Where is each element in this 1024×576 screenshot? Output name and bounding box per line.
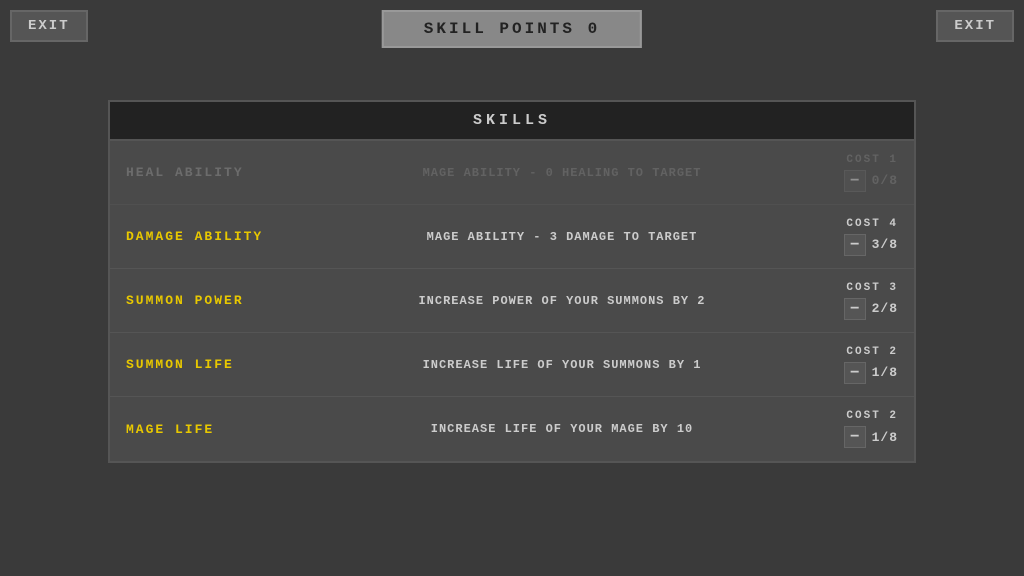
skill-desc-mage-life: INCREASE LIFE OF YOUR MAGE BY 10 (326, 422, 798, 436)
skill-cost-value-mage-life: 1/8 (872, 430, 898, 445)
skill-cost-value-damage-ability: 3/8 (872, 237, 898, 252)
exit-button-left[interactable]: EXIT (10, 10, 88, 42)
skill-desc-summon-life: INCREASE LIFE OF YOUR SUMMONS BY 1 (326, 358, 798, 372)
skill-minus-btn-summon-power[interactable]: − (844, 298, 866, 320)
skill-minus-btn-heal-ability[interactable]: − (844, 170, 866, 192)
skill-cost-area-heal-ability: COST 1 − 0/8 (798, 154, 898, 192)
skill-name-summon-power: SUMMON POWER (126, 293, 326, 308)
skill-minus-btn-mage-life[interactable]: − (844, 426, 866, 448)
skill-desc-summon-power: INCREASE POWER OF YOUR SUMMONS BY 2 (326, 294, 798, 308)
skill-cost-value-summon-life: 1/8 (872, 365, 898, 380)
skill-cost-controls-heal-ability: − 0/8 (798, 170, 898, 192)
skill-desc-damage-ability: MAGE ABILITY - 3 DAMAGE TO TARGET (326, 230, 798, 244)
skill-cost-area-summon-power: COST 3 − 2/8 (798, 282, 898, 320)
skill-row-damage-ability: DAMAGE ABILITY MAGE ABILITY - 3 DAMAGE T… (110, 205, 914, 269)
skill-cost-controls-summon-life: − 1/8 (798, 362, 898, 384)
skill-row-summon-power: SUMMON POWER INCREASE POWER OF YOUR SUMM… (110, 269, 914, 333)
skill-minus-btn-damage-ability[interactable]: − (844, 234, 866, 256)
skill-cost-area-damage-ability: COST 4 − 3/8 (798, 218, 898, 256)
skill-minus-btn-summon-life[interactable]: − (844, 362, 866, 384)
skill-name-mage-life: MAGE LIFE (126, 422, 326, 437)
skills-table: SKILLS HEAL ABILITY MAGE ABILITY - 0 HEA… (108, 100, 916, 463)
skill-cost-value-heal-ability: 0/8 (872, 173, 898, 188)
skill-cost-controls-mage-life: − 1/8 (798, 426, 898, 448)
skill-row-summon-life: SUMMON LIFE INCREASE LIFE OF YOUR SUMMON… (110, 333, 914, 397)
skill-cost-label-damage-ability: COST 4 (798, 218, 898, 230)
skill-cost-label-summon-life: COST 2 (798, 346, 898, 358)
skill-cost-label-heal-ability: COST 1 (798, 154, 898, 166)
skill-row-heal-ability: HEAL ABILITY MAGE ABILITY - 0 HEALING TO… (110, 141, 914, 205)
skills-table-header: SKILLS (110, 102, 914, 141)
skill-cost-label-summon-power: COST 3 (798, 282, 898, 294)
skill-cost-area-mage-life: COST 2 − 1/8 (798, 410, 898, 448)
skill-name-damage-ability: DAMAGE ABILITY (126, 229, 326, 244)
skill-cost-controls-summon-power: − 2/8 (798, 298, 898, 320)
skill-desc-heal-ability: MAGE ABILITY - 0 HEALING TO TARGET (326, 166, 798, 180)
skill-cost-controls-damage-ability: − 3/8 (798, 234, 898, 256)
skill-name-heal-ability: HEAL ABILITY (126, 165, 326, 180)
skill-points-banner: SKILL POINTS 0 (382, 10, 642, 48)
skill-cost-value-summon-power: 2/8 (872, 301, 898, 316)
skill-row-mage-life: MAGE LIFE INCREASE LIFE OF YOUR MAGE BY … (110, 397, 914, 461)
skill-name-summon-life: SUMMON LIFE (126, 357, 326, 372)
skill-cost-area-summon-life: COST 2 − 1/8 (798, 346, 898, 384)
exit-button-right[interactable]: EXIT (936, 10, 1014, 42)
skill-cost-label-mage-life: COST 2 (798, 410, 898, 422)
